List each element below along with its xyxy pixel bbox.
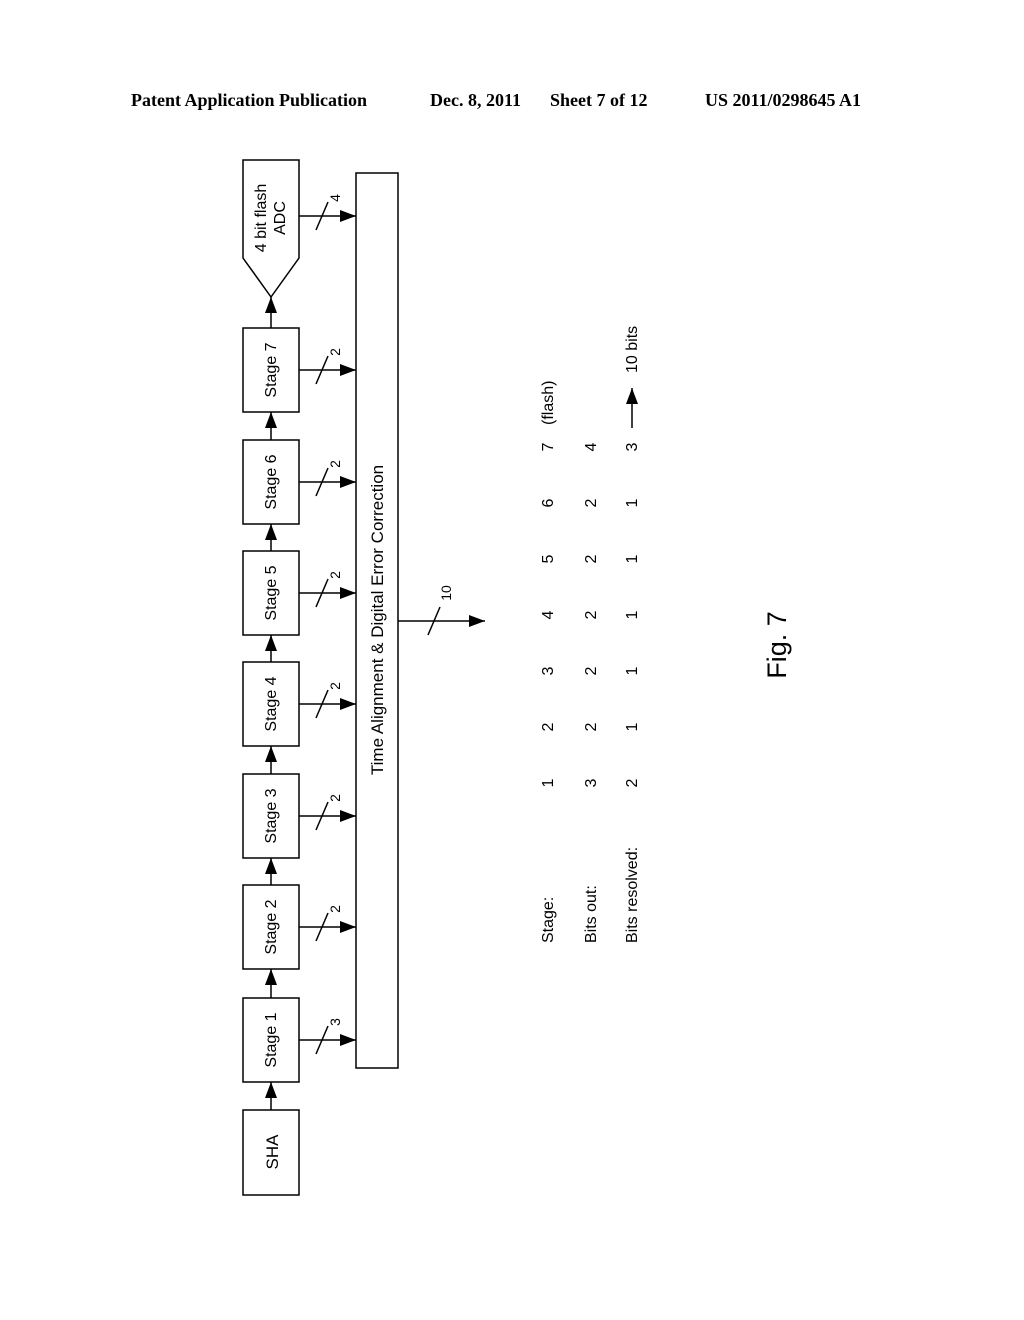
table-cell: 4: [540, 610, 557, 619]
flash-adc-block: 4 bit flash ADC: [242, 159, 300, 299]
stage-block: Stage 5 2: [242, 524, 356, 636]
table-cell: 2: [583, 498, 600, 507]
pipeline-adc-diagram: SHA Stage 1 3Stage 2 2Stage 3 2Stage 4 2Stag…: [242, 159, 792, 1196]
table-row-label: Stage:: [540, 897, 557, 943]
table-cell: 1: [624, 554, 641, 563]
stage-output-bits: 2: [327, 348, 343, 356]
stage-label: Stage 6: [263, 454, 280, 509]
sha-block: SHA: [242, 1109, 300, 1196]
stage-output-bits: 2: [327, 794, 343, 802]
digital-output: 10: [398, 585, 485, 636]
flash-adc-label-line2: ADC: [272, 201, 289, 235]
figure-label: Fig. 7: [762, 611, 792, 679]
table-cell: 3: [624, 442, 641, 451]
flash-adc-output: 4: [299, 194, 356, 231]
stage-block: Stage 3 2: [242, 746, 356, 859]
table-row-label: Bits resolved:: [624, 847, 641, 943]
time-alignment-block: Time Alignment & Digital Error Correctio…: [355, 172, 399, 1069]
table-cell: 1: [624, 722, 641, 731]
table-cell: 4: [583, 442, 600, 451]
stage-label: Stage 1: [263, 1012, 280, 1067]
stage-label: Stage 4: [263, 676, 280, 731]
flash-adc-label-line1: 4 bit flash: [253, 184, 270, 252]
stage-block: Stage 6 2: [242, 412, 356, 525]
stage-block: Stage 1 3: [242, 969, 356, 1083]
table-cell: 1: [540, 778, 557, 787]
table-cell: 5: [540, 554, 557, 563]
table-row-suffix: (flash): [540, 381, 557, 425]
table-cell: 1: [624, 498, 641, 507]
table-cell: 2: [540, 722, 557, 731]
time-alignment-label: Time Alignment & Digital Error Correctio…: [368, 465, 387, 775]
table-row-label: Bits out:: [583, 885, 600, 943]
table-cell: 3: [540, 666, 557, 675]
table-cell: 2: [583, 554, 600, 563]
sha-label: SHA: [263, 1134, 282, 1170]
table-cell: 2: [583, 722, 600, 731]
stage-label: Stage 3: [263, 788, 280, 843]
stage-output-bits: 2: [327, 571, 343, 579]
flash-adc-bits: 4: [327, 194, 343, 202]
table-cell: 7: [540, 442, 557, 451]
table-cell: 2: [583, 666, 600, 675]
stage-output-bits: 2: [327, 460, 343, 468]
stage-output-bits: 2: [327, 682, 343, 690]
stage-block: Stage 7 2: [242, 327, 356, 413]
table-cell: 2: [624, 778, 641, 787]
stage-label: Stage 7: [263, 342, 280, 397]
table-cell: 6: [540, 498, 557, 507]
stage-block: Stage 4 2: [242, 635, 356, 747]
output-bits-label: 10: [438, 585, 454, 601]
table-cell: 1: [624, 666, 641, 675]
table-cell: 3: [583, 778, 600, 787]
stage-label: Stage 5: [263, 565, 280, 620]
bits-table: Stage: 1 2 3 4 5 6 7 (flash) Bits out: 3 2 2 2 2 2 4 Bits…: [540, 326, 641, 943]
table-cell: 1: [624, 610, 641, 619]
total-bits-label: 10 bits: [624, 326, 641, 373]
stage-output-bits: 3: [327, 1018, 343, 1026]
stage-label: Stage 2: [263, 899, 280, 954]
stage-output-bits: 2: [327, 905, 343, 913]
table-cell: 2: [583, 610, 600, 619]
stage-block: Stage 2 2: [242, 858, 356, 970]
